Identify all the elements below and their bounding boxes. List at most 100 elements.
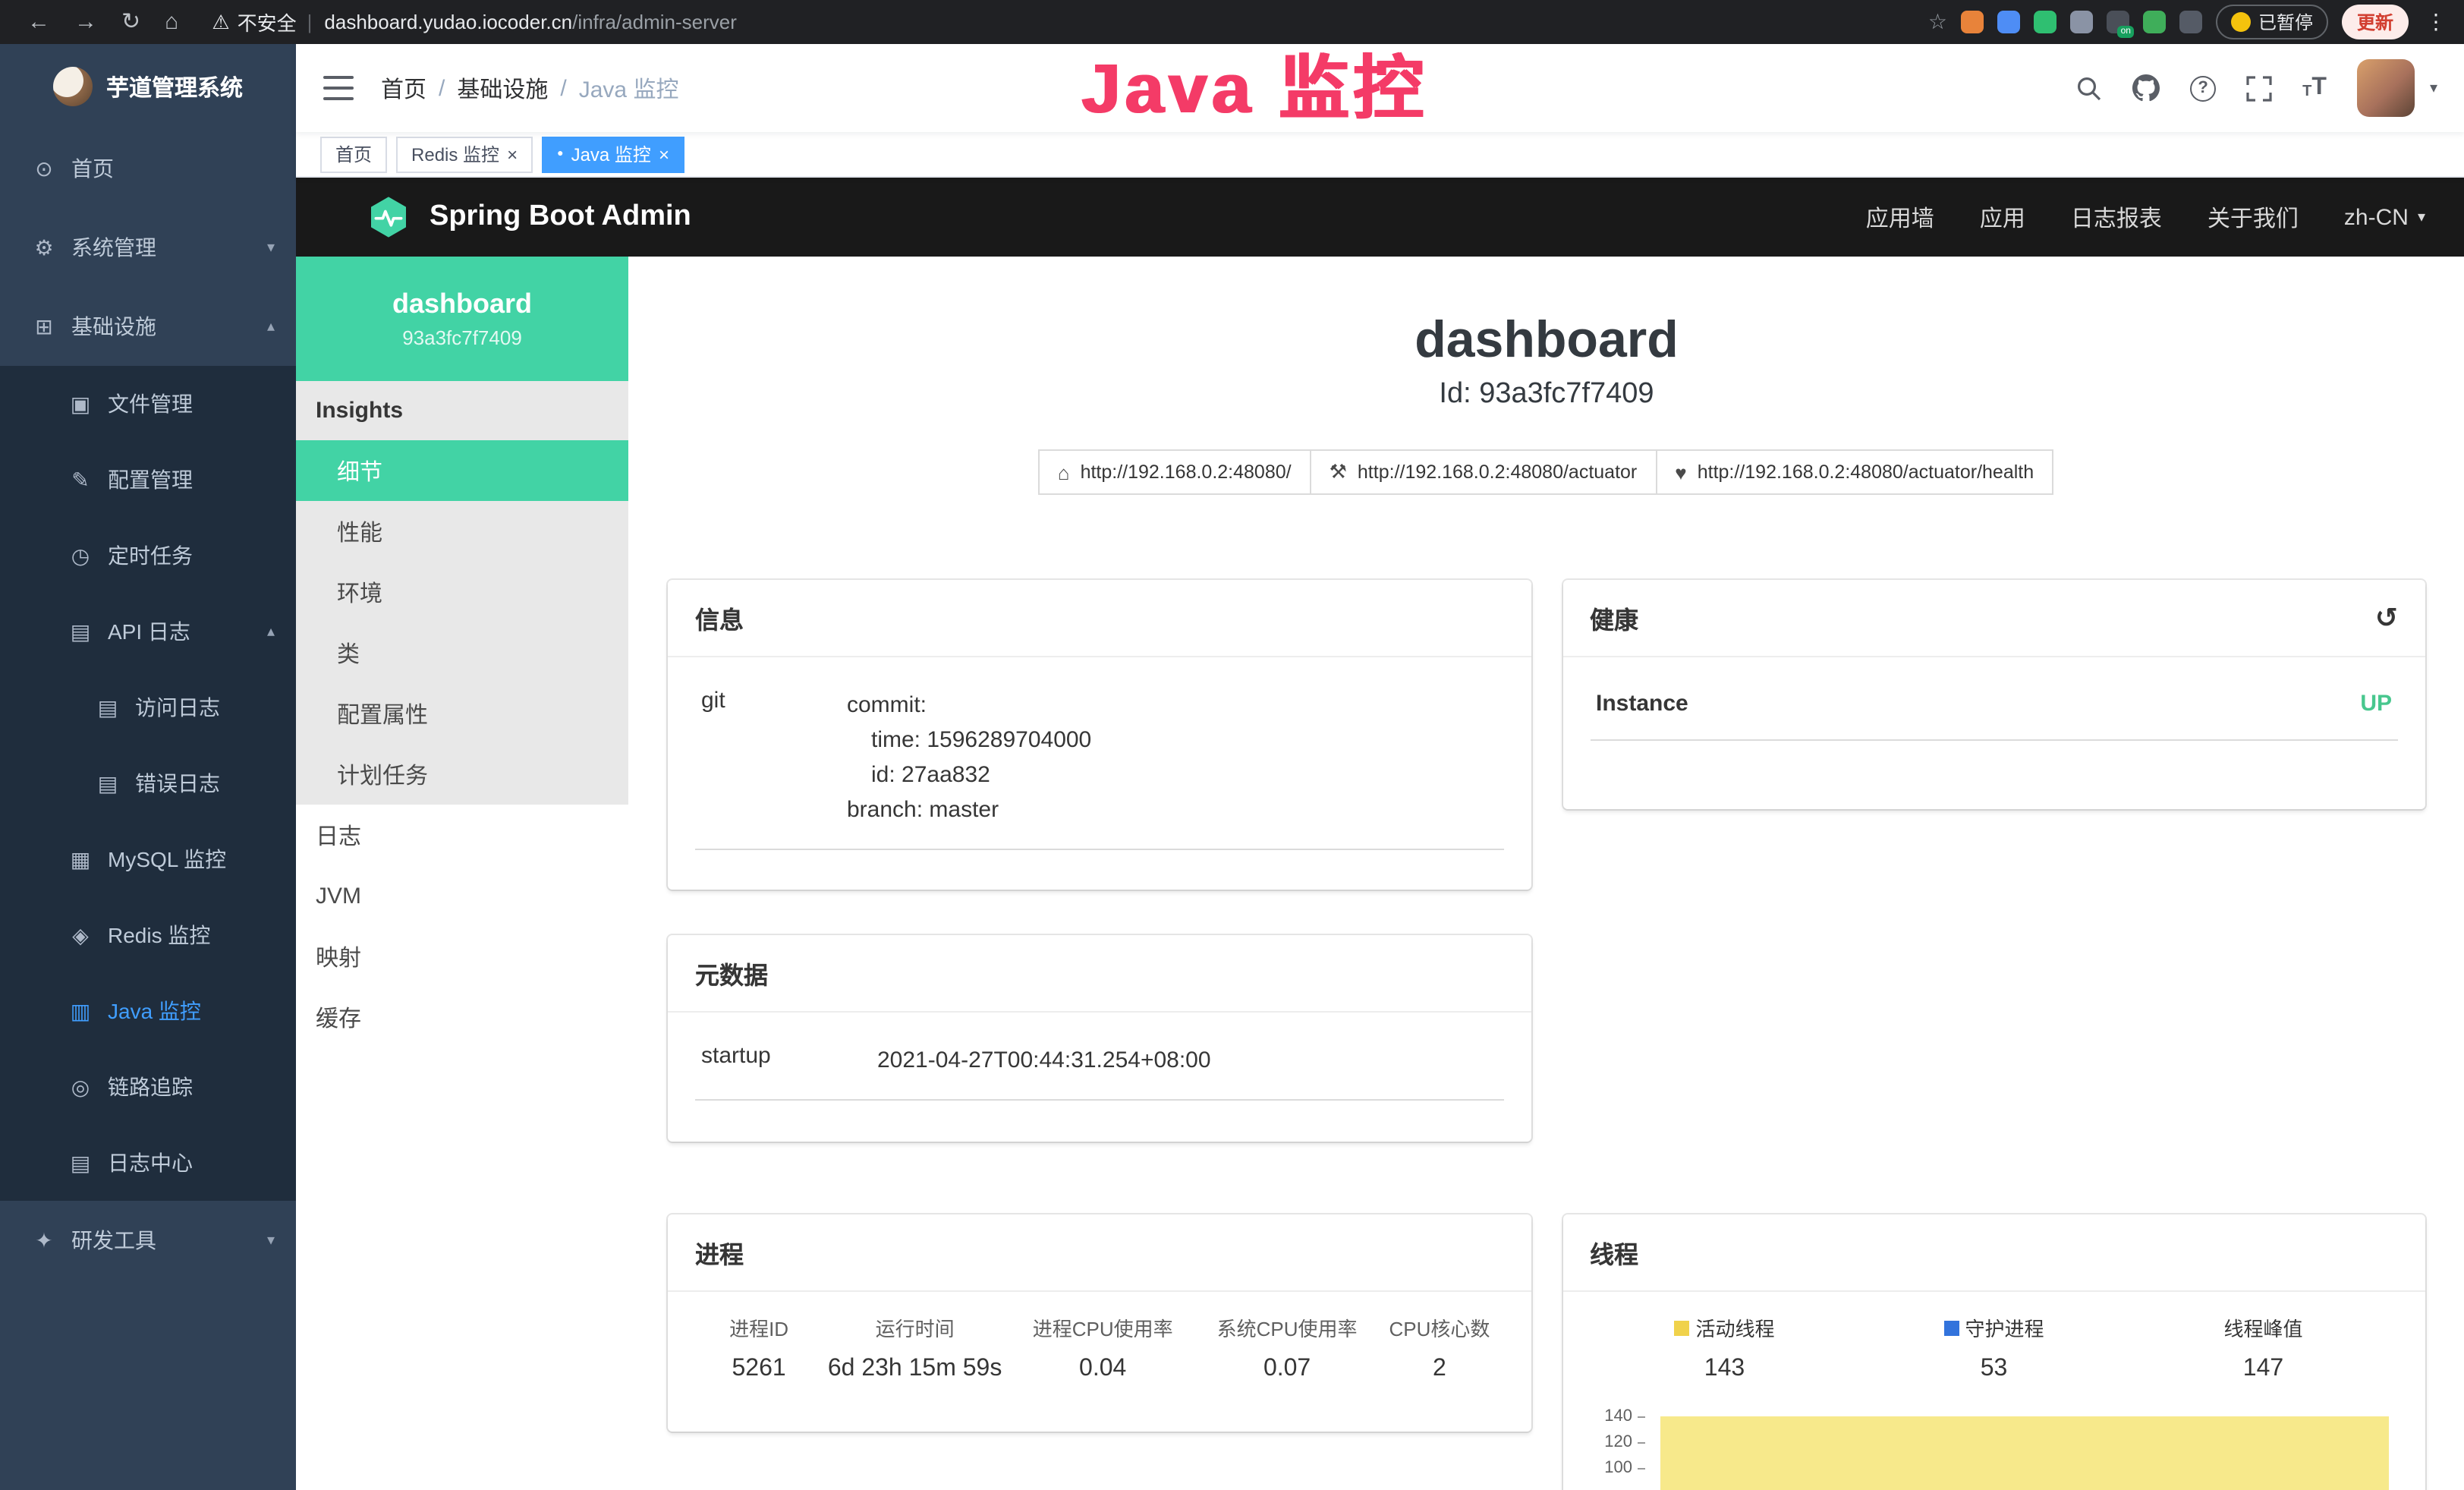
extension-icon-misc[interactable] [2179, 11, 2202, 33]
sba-item-details[interactable]: 细节 [296, 440, 628, 501]
chevron-down-icon: ▾ [267, 1232, 275, 1249]
back-icon[interactable]: ← [27, 11, 50, 33]
profile-paused-pill[interactable]: 已暂停 [2216, 5, 2328, 39]
health-status-badge: UP [2360, 691, 2392, 717]
sba-item-environment[interactable]: 环境 [296, 562, 628, 622]
update-button[interactable]: 更新 [2342, 5, 2409, 39]
wrench-icon: ⚒ [1330, 460, 1347, 484]
sba-item-scheduled-tasks[interactable]: 计划任务 [296, 744, 628, 805]
instance-id: Id: 93a3fc7f7409 [628, 378, 2464, 411]
instance-links: ⌂ http://192.168.0.2:48080/ ⚒ http://192… [628, 449, 2464, 495]
browser-actions: ☆ on 已暂停 更新 ⋮ [1928, 5, 2450, 39]
browser-home-icon[interactable]: ⌂ [165, 11, 178, 33]
sidebar-item-java-monitor[interactable]: ▥ Java 监控 [0, 973, 296, 1049]
sidebar-item-error-logs[interactable]: ▤ 错误日志 [0, 745, 296, 821]
extension-icon-grid[interactable] [2070, 11, 2093, 33]
extension-icon-drop[interactable] [1997, 11, 2020, 33]
sidebar-item-scheduled-jobs[interactable]: ◷ 定时任务 [0, 518, 296, 594]
breadcrumb-infrastructure[interactable]: 基础设施 [457, 72, 548, 104]
sidebar-item-log-center[interactable]: ▤ 日志中心 [0, 1125, 296, 1201]
sba-nav-journal[interactable]: 日志报表 [2071, 201, 2162, 233]
spring-boot-admin-logo [366, 194, 411, 240]
val-pid: 5261 [695, 1356, 823, 1383]
user-avatar[interactable] [2357, 59, 2415, 117]
close-icon[interactable]: × [659, 145, 669, 163]
sidebar-item-api-logs[interactable]: ▤ API 日志 ▴ [0, 594, 296, 669]
paused-label: 已暂停 [2258, 9, 2313, 35]
reload-icon[interactable]: ↻ [121, 11, 140, 33]
search-icon[interactable] [2076, 75, 2102, 101]
breadcrumb-separator: / [439, 75, 445, 101]
sidebar-item-label: 定时任务 [108, 540, 193, 571]
sidebar-item-redis-monitor[interactable]: ◈ Redis 监控 [0, 897, 296, 973]
sidebar-item-config-management[interactable]: ✎ 配置管理 [0, 442, 296, 518]
extension-icon-leaf[interactable] [2143, 11, 2166, 33]
edit-icon: ✎ [67, 467, 94, 493]
address-bar[interactable]: ⚠ 不安全 | dashboard.yudao.iocoder.cn/infra… [212, 8, 737, 36]
sidebar-item-infrastructure[interactable]: ⊞ 基础设施 ▴ [0, 287, 296, 366]
extension-icon-vue-devtools[interactable] [2034, 11, 2056, 33]
sidebar-item-mysql-monitor[interactable]: ▦ MySQL 监控 [0, 821, 296, 897]
sba-locale-select[interactable]: zh-CN ▾ [2344, 204, 2425, 230]
monitor-icon: ⊞ [30, 313, 58, 339]
extension-icon-fox[interactable] [1961, 11, 1984, 33]
bookmark-star-icon[interactable]: ☆ [1928, 9, 1947, 35]
history-icon[interactable]: ↺ [2375, 604, 2398, 632]
sba-item-performance[interactable]: 性能 [296, 501, 628, 562]
sidebar-item-label: MySQL 监控 [108, 844, 226, 874]
sidebar-item-system[interactable]: ⚙ 系统管理 ▾ [0, 208, 296, 287]
tag-java-monitor[interactable]: ● Java 监控 × [542, 136, 684, 172]
security-label[interactable]: 不安全 [238, 8, 297, 36]
sba-group-insights: Insights [296, 381, 628, 440]
col-cpus: CPU核心数 [1376, 1313, 1503, 1342]
font-size-icon[interactable]: TT [2302, 76, 2327, 100]
sba-locale-label: zh-CN [2344, 204, 2409, 230]
sidebar-item-label: 首页 [71, 153, 114, 184]
sidebar-item-label: 配置管理 [108, 465, 193, 495]
sidebar-item-file-management[interactable]: ▣ 文件管理 [0, 366, 296, 442]
fullscreen-icon[interactable] [2246, 75, 2272, 101]
cards-area: 信息 git commit: time: 1596289704000 id: 2… [668, 580, 2425, 1490]
sba-nav-applications[interactable]: 应用 [1980, 201, 2025, 233]
sidebar-item-label: 系统管理 [71, 232, 156, 263]
app-logo[interactable]: 芋道管理系统 [0, 44, 296, 129]
legend-value: 147 [2129, 1356, 2398, 1383]
sba-item-caches[interactable]: 缓存 [296, 987, 628, 1047]
tag-home[interactable]: 首页 [320, 136, 387, 172]
avatar-caret-icon[interactable]: ▾ [2430, 80, 2437, 96]
health-url-link[interactable]: ♥ http://192.168.0.2:48080/actuator/heal… [1655, 449, 2053, 495]
github-icon[interactable] [2132, 74, 2160, 102]
extension-icon-proxy[interactable]: on [2107, 11, 2129, 33]
sba-item-classes[interactable]: 类 [296, 622, 628, 683]
sba-app-header[interactable]: dashboard 93a3fc7f7409 [296, 257, 628, 381]
git-time-line: time: 1596289704000 [847, 723, 1497, 758]
sidebar-item-access-logs[interactable]: ▤ 访问日志 [0, 669, 296, 745]
tag-redis-monitor[interactable]: Redis 监控 × [396, 136, 533, 172]
service-url-link[interactable]: ⌂ http://192.168.0.2:48080/ [1038, 449, 1311, 495]
sba-item-jvm[interactable]: JVM [296, 865, 628, 926]
sba-item-mappings[interactable]: 映射 [296, 926, 628, 987]
sba-nav-about[interactable]: 关于我们 [2208, 201, 2299, 233]
startup-label: startup [701, 1043, 877, 1078]
sba-nav-wallboard[interactable]: 应用墙 [1866, 201, 1934, 233]
sidebar-item-dev-tools[interactable]: ✦ 研发工具 ▾ [0, 1201, 296, 1280]
forward-icon[interactable]: → [74, 11, 97, 33]
sba-item-config-props[interactable]: 配置属性 [296, 683, 628, 744]
sba-brand[interactable]: Spring Boot Admin [366, 194, 691, 240]
threads-legend: 活动线程 143 守护进程 53 [1590, 1313, 2398, 1383]
sba-sidebar: dashboard 93a3fc7f7409 Insights 细节 性能 环境… [296, 257, 628, 1490]
help-icon[interactable]: ? [2190, 75, 2216, 101]
hamburger-icon[interactable] [323, 76, 354, 100]
breadcrumb: 首页 / 基础设施 / Java 监控 [381, 72, 678, 104]
doc-icon: ▤ [67, 1150, 94, 1176]
browser-menu-kebab-icon[interactable]: ⋮ [2425, 9, 2447, 35]
tag-label: 首页 [335, 141, 372, 167]
breadcrumb-home[interactable]: 首页 [381, 72, 426, 104]
sidebar-item-tracing[interactable]: ◎ 链路追踪 [0, 1049, 296, 1125]
close-icon[interactable]: × [507, 145, 518, 163]
sba-item-logs[interactable]: 日志 [296, 805, 628, 865]
val-system-cpu: 0.07 [1198, 1356, 1376, 1383]
actuator-url-link[interactable]: ⚒ http://192.168.0.2:48080/actuator [1310, 449, 1657, 495]
warning-icon: ⚠ [212, 10, 229, 34]
sidebar-item-home[interactable]: ⊙ 首页 [0, 129, 296, 208]
